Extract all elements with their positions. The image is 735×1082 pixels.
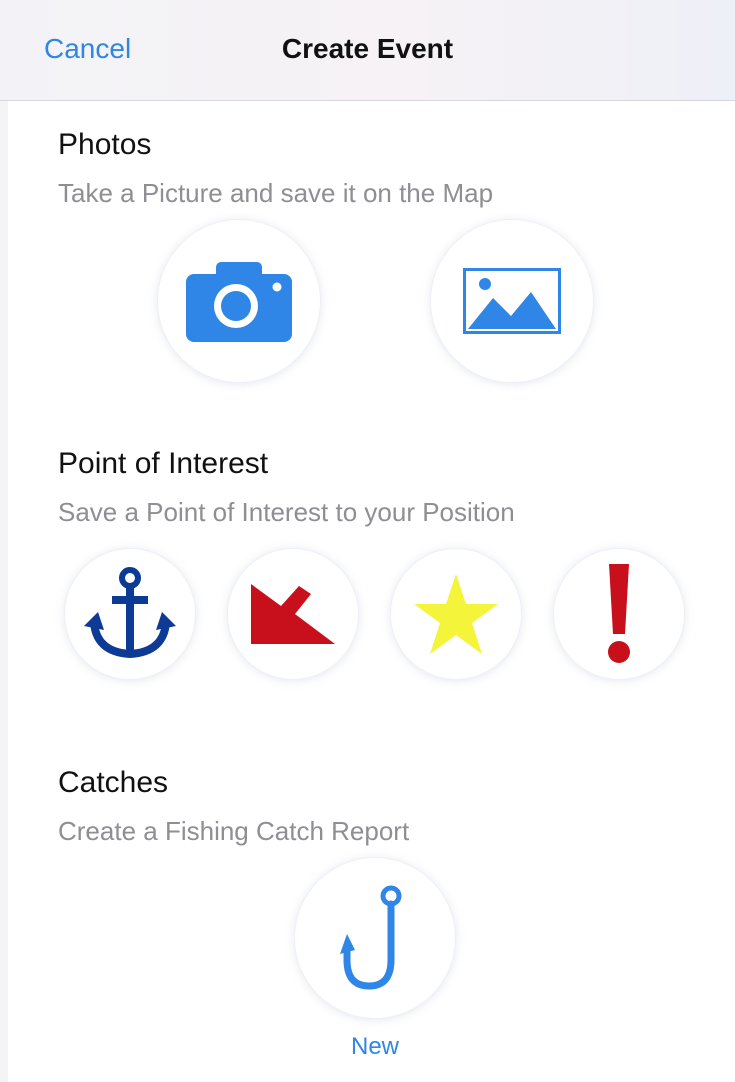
poi-section-subtitle: Save a Point of Interest to your Positio… — [58, 497, 515, 527]
photos-section-title: Photos — [58, 128, 152, 161]
poi-warning-button[interactable] — [554, 549, 684, 679]
exclamation-icon — [608, 564, 630, 663]
poi-marker-button[interactable] — [228, 549, 358, 679]
navigation-bar: Cancel Create Event — [0, 0, 735, 101]
anchor-icon — [84, 567, 176, 659]
fish-hook-icon — [340, 885, 402, 990]
catches-section-subtitle: Create a Fishing Catch Report — [58, 816, 410, 846]
left-edge-shadow — [0, 100, 8, 1082]
catches-section-title: Catches — [58, 766, 169, 799]
arrow-down-left-icon — [251, 584, 335, 644]
image-icon — [463, 268, 561, 334]
new-catch-button[interactable] — [295, 858, 455, 1018]
photos-section-subtitle: Take a Picture and save it on the Map — [58, 178, 494, 208]
create-event-screen: Cancel Create Event Photos Take a Pictur… — [0, 0, 735, 1082]
poi-section-title: Point of Interest — [58, 447, 269, 480]
take-photo-button[interactable] — [158, 220, 320, 382]
star-icon — [414, 574, 498, 654]
poi-anchor-button[interactable] — [65, 549, 195, 679]
camera-icon — [186, 262, 292, 342]
choose-image-button[interactable] — [431, 220, 593, 382]
poi-star-button[interactable] — [391, 549, 521, 679]
new-catch-label[interactable]: New — [275, 1033, 475, 1061]
page-title: Create Event — [281, 33, 454, 64]
